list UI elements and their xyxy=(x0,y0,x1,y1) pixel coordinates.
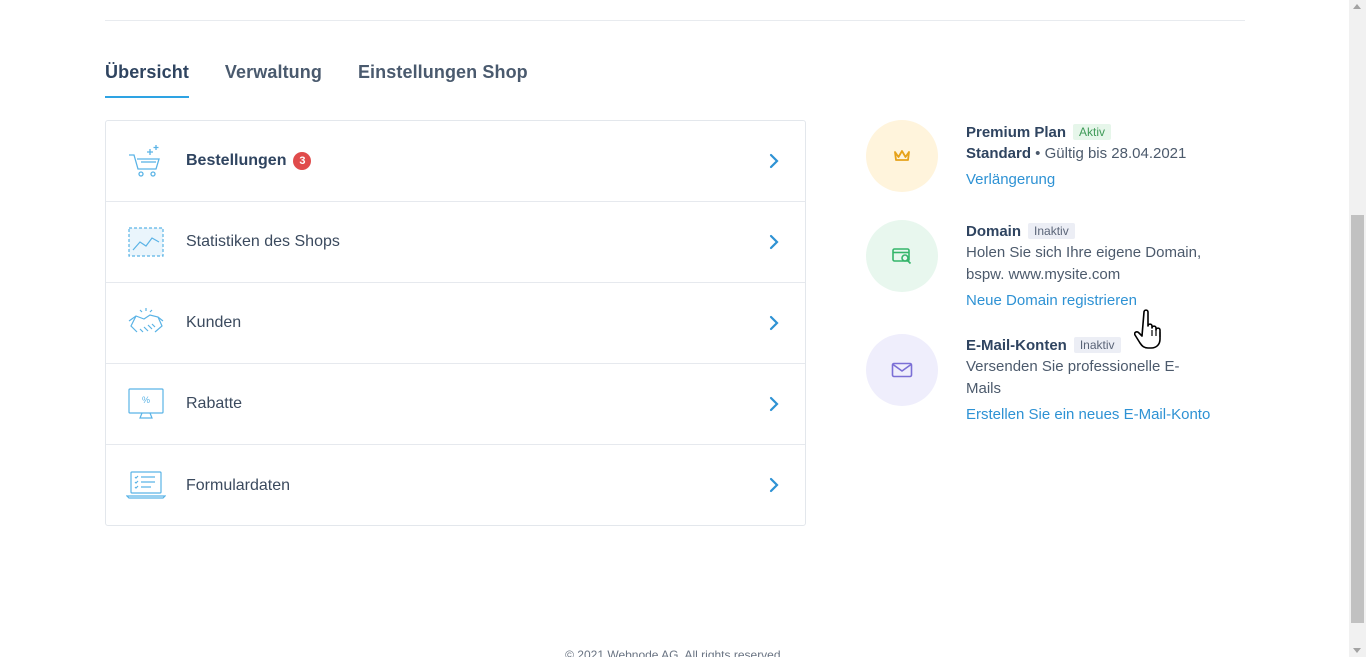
discount-monitor-icon: % xyxy=(128,388,164,419)
domain-title: Domain xyxy=(966,222,1022,240)
create-email-link[interactable]: Erstellen Sie ein neues E-Mail-Konto xyxy=(966,404,1236,426)
menu-item-statistics[interactable]: Statistiken des Shops xyxy=(106,202,805,283)
tab-shop-settings[interactable]: Einstellungen Shop xyxy=(358,62,528,98)
domain-description: Holen Sie sich Ihre eigene Domain, bspw.… xyxy=(966,244,1202,283)
crown-icon xyxy=(894,150,910,161)
cart-icon xyxy=(129,145,160,177)
status-badge: Inaktiv xyxy=(1028,223,1075,239)
orders-count-badge: 3 xyxy=(293,152,312,170)
scroll-down-arrow-icon[interactable] xyxy=(1353,648,1361,653)
footer-copyright: © 2021 Webnode AG. All rights reserved. xyxy=(565,648,784,657)
premium-plan-title: Premium Plan xyxy=(966,123,1067,141)
register-domain-link[interactable]: Neue Domain registrieren xyxy=(966,290,1236,312)
chevron-right-icon xyxy=(769,315,779,331)
premium-plan-details: Standard • Gültig bis 28.04.2021 xyxy=(966,145,1187,162)
chevron-right-icon xyxy=(769,396,779,412)
tab-bar: Übersicht Verwaltung Einstellungen Shop xyxy=(105,62,564,98)
chart-icon xyxy=(128,227,164,257)
svg-text:%: % xyxy=(142,395,150,405)
menu-item-discounts[interactable]: % Rabatte xyxy=(106,364,805,445)
menu-item-customers[interactable]: Kunden xyxy=(106,283,805,364)
menu-item-orders[interactable]: Bestellungen 3 xyxy=(106,121,805,202)
hand-pointer-cursor-icon xyxy=(1134,309,1161,349)
handshake-icon xyxy=(128,308,164,333)
envelope-icon xyxy=(891,362,913,378)
form-laptop-icon xyxy=(126,471,166,499)
menu-item-form-data[interactable]: Formulardaten xyxy=(106,445,805,526)
chevron-right-icon xyxy=(769,153,779,169)
chevron-right-icon xyxy=(769,477,779,493)
menu-item-label: Statistiken des Shops xyxy=(186,233,340,250)
domain-search-icon xyxy=(892,248,912,265)
menu-item-label: Rabatte xyxy=(186,395,243,412)
menu-item-label: Kunden xyxy=(186,314,242,331)
tab-overview[interactable]: Übersicht xyxy=(105,62,189,98)
tab-management[interactable]: Verwaltung xyxy=(225,62,322,98)
scroll-thumb[interactable] xyxy=(1351,215,1364,623)
scroll-up-arrow-icon[interactable] xyxy=(1353,4,1361,9)
status-badge: Inaktiv xyxy=(1073,337,1121,353)
email-title: E-Mail-Konten xyxy=(966,336,1067,354)
chevron-right-icon xyxy=(769,234,779,250)
menu-item-label: Formulardaten xyxy=(186,476,291,494)
renew-link[interactable]: Verlängerung xyxy=(966,169,1236,191)
domain-icon-circle xyxy=(866,220,938,292)
top-divider xyxy=(105,20,1245,21)
shop-menu-card: Bestellungen 3 Statistiken des Shops Kun… xyxy=(105,120,806,526)
menu-item-label: Bestellungen 3 xyxy=(186,152,312,170)
vertical-scrollbar[interactable] xyxy=(1349,0,1366,657)
email-icon-circle xyxy=(866,334,938,406)
premium-icon-circle xyxy=(866,120,938,192)
email-description: Versenden Sie professionelle E-Mails xyxy=(966,358,1180,397)
status-badge: Aktiv xyxy=(1073,124,1112,140)
